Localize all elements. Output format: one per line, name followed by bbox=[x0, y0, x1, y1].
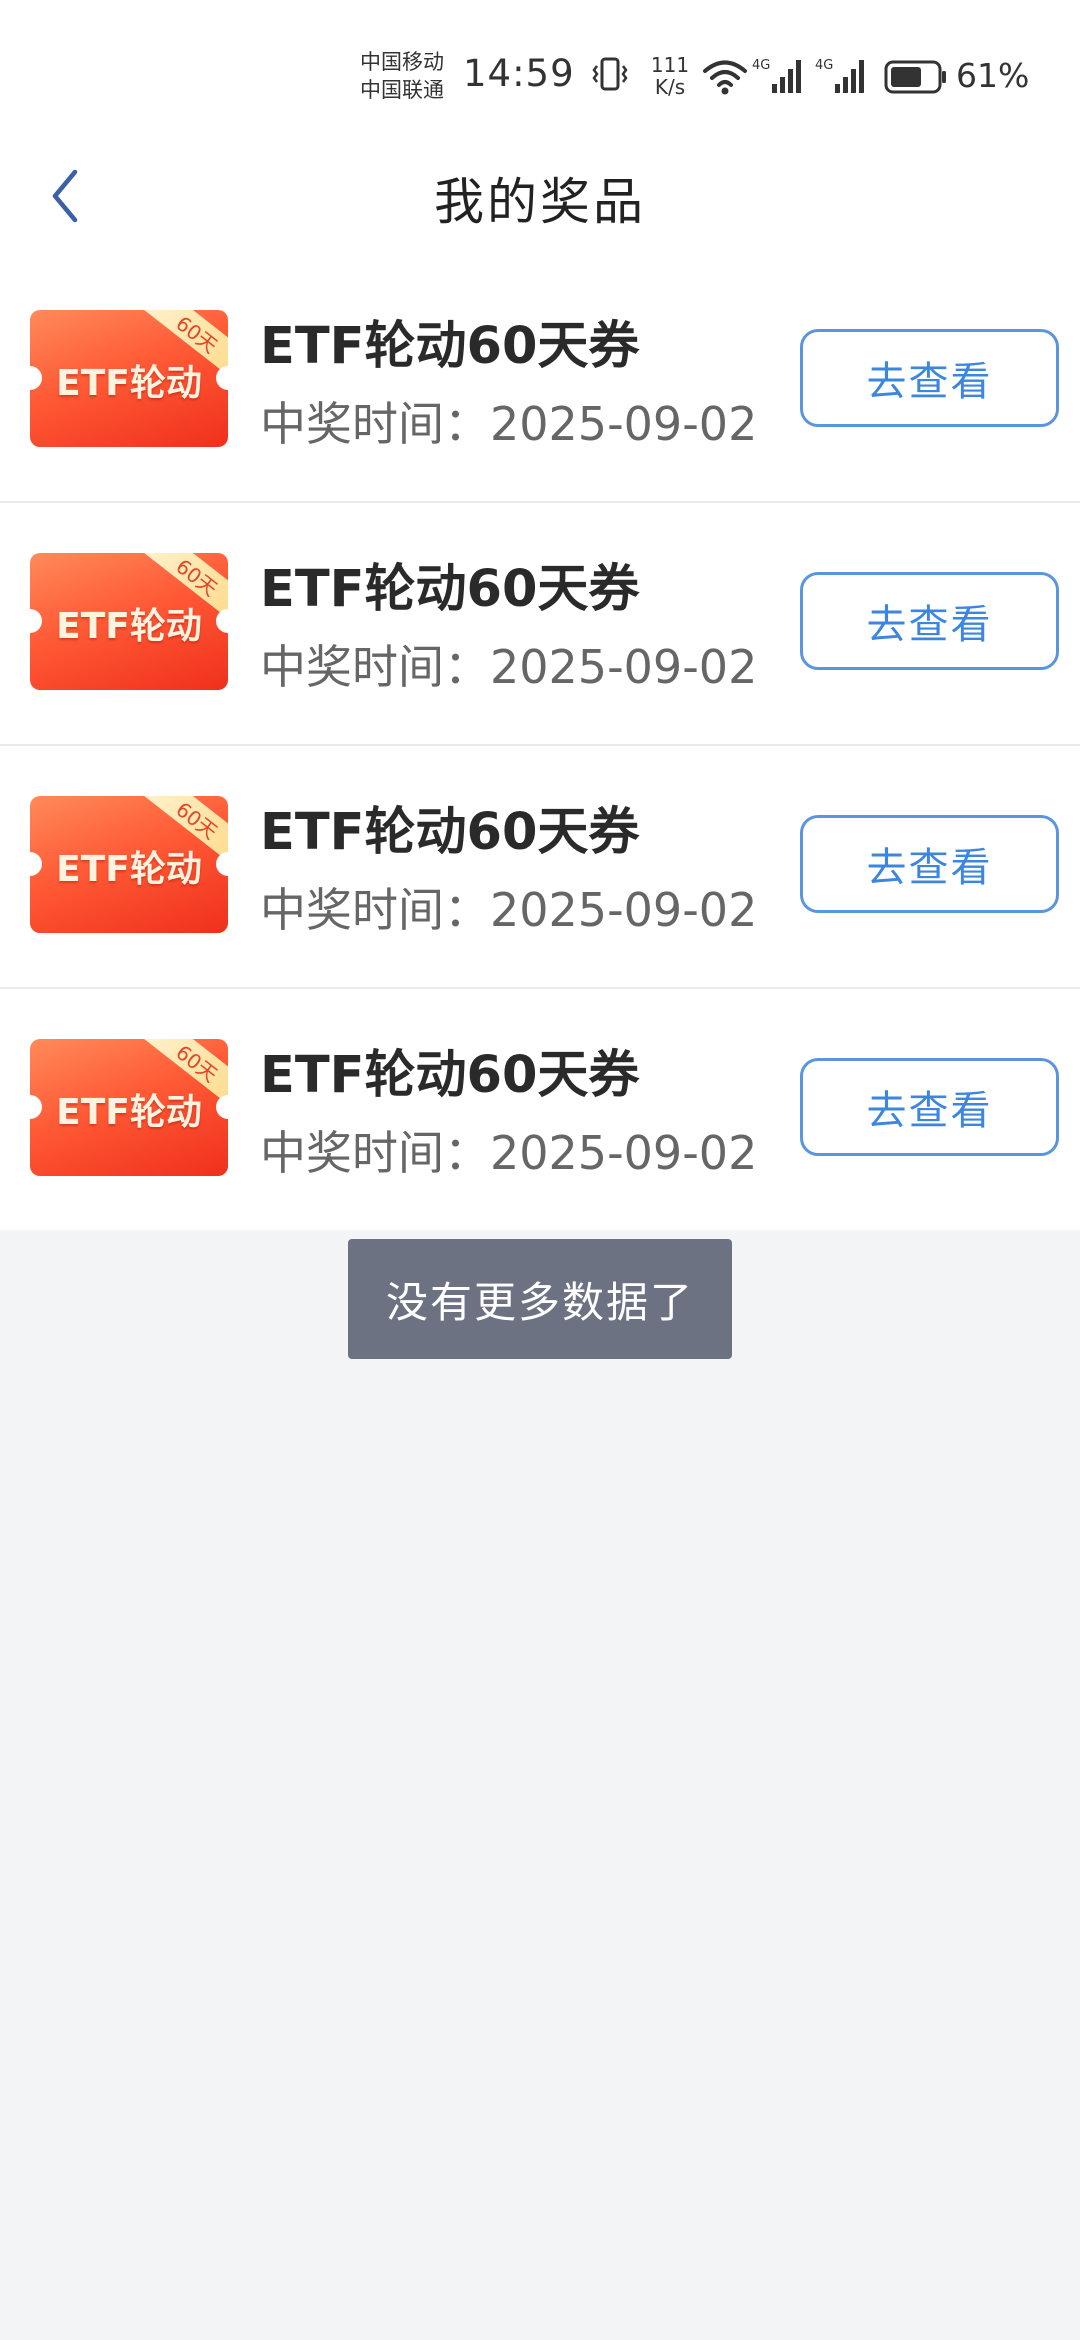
signal-4g-icon: 4G bbox=[752, 56, 808, 100]
prize-date: 中奖时间：2025-09-02 bbox=[260, 640, 758, 694]
prize-date: 中奖时间：2025-09-02 bbox=[260, 883, 758, 937]
view-button[interactable]: 去查看 bbox=[800, 1058, 1059, 1156]
net-speed-value: 111 bbox=[650, 53, 690, 77]
net-speed-unit: K/s bbox=[654, 75, 686, 99]
coupon-label: ETF轮动 bbox=[56, 363, 202, 404]
battery-icon bbox=[884, 60, 948, 98]
coupon-image: 60天 ETF轮动 bbox=[30, 796, 228, 933]
coupon-image: 60天 ETF轮动 bbox=[30, 310, 228, 447]
toast-message: 没有更多数据了 bbox=[348, 1239, 732, 1359]
prize-name: ETF轮动60天券 bbox=[260, 803, 640, 862]
list-item: 60天 ETF轮动 ETF轮动60天券 中奖时间：2025-09-02 去查看 bbox=[0, 260, 1080, 503]
signal-4g-icon: 4G bbox=[815, 56, 871, 100]
coupon-label: ETF轮动 bbox=[56, 1092, 202, 1133]
wifi-icon bbox=[702, 58, 748, 100]
page-title: 我的奖品 bbox=[434, 173, 646, 231]
prize-name: ETF轮动60天券 bbox=[260, 317, 640, 376]
coupon-label: ETF轮动 bbox=[56, 849, 202, 890]
list-item: 60天 ETF轮动 ETF轮动60天券 中奖时间：2025-09-02 去查看 bbox=[0, 989, 1080, 1230]
view-button[interactable]: 去查看 bbox=[800, 815, 1059, 913]
screen: 中国移动 中国联通 14:59 111 K/s 4G 4G 61% 我的奖品 6… bbox=[0, 0, 1080, 2340]
prize-date: 中奖时间：2025-09-02 bbox=[260, 397, 758, 451]
vibrate-icon bbox=[590, 56, 630, 96]
carrier-names: 中国移动 中国联通 bbox=[360, 48, 460, 104]
carrier-2: 中国联通 bbox=[360, 78, 444, 102]
coupon-image: 60天 ETF轮动 bbox=[30, 553, 228, 690]
coupon-label: ETF轮动 bbox=[56, 606, 202, 647]
list-item: 60天 ETF轮动 ETF轮动60天券 中奖时间：2025-09-02 去查看 bbox=[0, 503, 1080, 746]
prize-date: 中奖时间：2025-09-02 bbox=[260, 1126, 758, 1180]
list-item: 60天 ETF轮动 ETF轮动60天券 中奖时间：2025-09-02 去查看 bbox=[0, 746, 1080, 989]
prize-name: ETF轮动60天券 bbox=[260, 560, 640, 619]
status-time: 14:59 bbox=[463, 52, 575, 95]
prize-list: 60天 ETF轮动 ETF轮动60天券 中奖时间：2025-09-02 去查看 … bbox=[0, 260, 1080, 1230]
svg-text:4G: 4G bbox=[815, 58, 833, 73]
net-speed: 111 K/s bbox=[648, 54, 692, 98]
status-bar: 中国移动 中国联通 14:59 111 K/s 4G 4G 61% bbox=[0, 0, 1080, 140]
svg-text:4G: 4G bbox=[752, 58, 770, 73]
battery-percentage: 61% bbox=[956, 56, 1030, 95]
prize-name: ETF轮动60天券 bbox=[260, 1046, 640, 1105]
view-button[interactable]: 去查看 bbox=[800, 329, 1059, 427]
carrier-1: 中国移动 bbox=[360, 50, 444, 74]
view-button[interactable]: 去查看 bbox=[800, 572, 1059, 670]
page-header: 我的奖品 bbox=[0, 140, 1080, 260]
coupon-image: 60天 ETF轮动 bbox=[30, 1039, 228, 1176]
